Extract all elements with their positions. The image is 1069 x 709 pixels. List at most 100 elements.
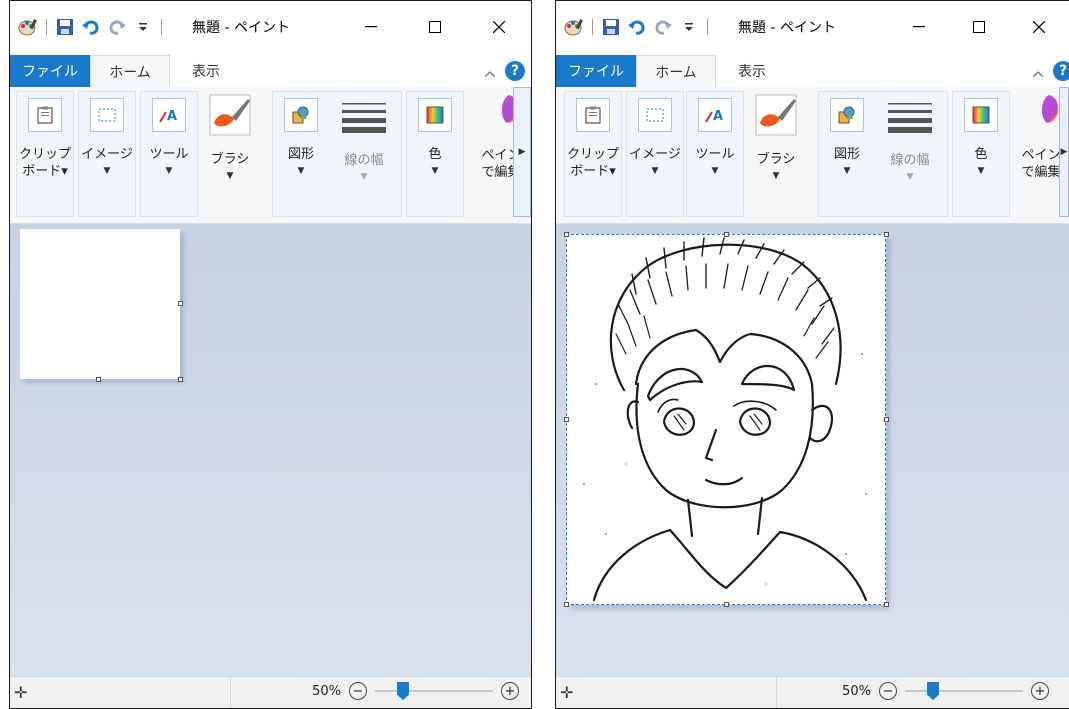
- clipboard-button[interactable]: クリップ ボード▾: [566, 92, 620, 216]
- tab-home[interactable]: ホーム: [636, 55, 716, 88]
- collapse-ribbon-icon[interactable]: [484, 62, 496, 81]
- zoom-out-button[interactable]: −: [349, 682, 367, 700]
- ribbon-group-image: イメージ ▼: [78, 91, 136, 217]
- chevron-down-icon: ▼: [360, 172, 368, 182]
- save-icon[interactable]: [601, 17, 621, 37]
- qat-separator: [707, 19, 708, 35]
- tab-file[interactable]: ファイル: [10, 55, 90, 87]
- colors-button[interactable]: 色 ▼: [954, 92, 1008, 216]
- tab-file[interactable]: ファイル: [556, 55, 636, 87]
- ribbon-group-tools: A ツール ▼: [686, 91, 744, 217]
- brushes-button[interactable]: ブラシ ▼: [203, 91, 257, 215]
- chevron-down-icon: ▼: [772, 171, 780, 181]
- tab-view[interactable]: 表示: [722, 55, 782, 87]
- paint-app-icon[interactable]: [564, 17, 584, 37]
- clipboard-button[interactable]: クリップ ボード▾: [18, 92, 72, 216]
- ribbon-group-image: イメージ ▼: [626, 91, 684, 217]
- selection-rectangle[interactable]: [566, 234, 886, 605]
- zoom-slider[interactable]: [375, 682, 493, 700]
- shapes-icon: [284, 98, 318, 132]
- chevron-down-icon: ▼: [843, 166, 851, 176]
- minimize-button[interactable]: [339, 1, 403, 53]
- zoom-level: 50%: [312, 683, 341, 699]
- svg-text:A: A: [713, 109, 723, 124]
- selection-handle-right[interactable]: [884, 417, 889, 422]
- chevron-down-icon: ▼: [906, 172, 914, 182]
- redo-icon[interactable]: [653, 17, 673, 37]
- brushes-label: ブラシ: [210, 152, 250, 167]
- line-size-button[interactable]: 線の幅 ▼: [883, 92, 937, 216]
- save-icon[interactable]: [55, 17, 75, 37]
- ribbon-scroll-right[interactable]: ▶: [513, 87, 531, 217]
- select-rectangle-icon: [90, 98, 124, 132]
- selection-handle-bottom-left[interactable]: [564, 602, 569, 607]
- zoom-slider[interactable]: [905, 682, 1023, 700]
- window-title: 無題 - ペイント: [738, 20, 836, 36]
- canvas-workspace[interactable]: [556, 224, 1069, 677]
- status-bar: ✛ 50% − +: [10, 676, 531, 708]
- zoom-out-button[interactable]: −: [879, 682, 897, 700]
- chevron-down-icon: ▼: [226, 171, 234, 181]
- selection-handle-top-left[interactable]: [564, 232, 569, 237]
- tools-icon: A: [698, 98, 732, 132]
- collapse-ribbon-icon[interactable]: [1032, 62, 1044, 81]
- brushes-button[interactable]: ブラシ ▼: [749, 91, 803, 215]
- brush-icon: [208, 93, 252, 137]
- selection-handle-bottom[interactable]: [724, 602, 729, 607]
- ribbon-group-colors: 色 ▼: [406, 91, 464, 217]
- selection-handle-left[interactable]: [564, 417, 569, 422]
- undo-icon[interactable]: [627, 17, 647, 37]
- selection-handle-bottom-right[interactable]: [884, 602, 889, 607]
- shapes-button[interactable]: 図形 ▼: [274, 92, 328, 216]
- image-label: イメージ: [629, 147, 681, 162]
- brush-icon: [754, 93, 798, 137]
- zoom-in-button[interactable]: +: [501, 682, 519, 700]
- zoom-slider-thumb[interactable]: [927, 682, 939, 700]
- ribbon-group-shapes: 図形 ▼ 線の幅 ▼: [272, 91, 402, 217]
- zoom-slider-thumb[interactable]: [397, 682, 409, 700]
- zoom-in-button[interactable]: +: [1031, 682, 1049, 700]
- chevron-down-icon: ▼: [297, 166, 305, 176]
- line-size-button[interactable]: 線の幅 ▼: [337, 92, 391, 216]
- image-button[interactable]: イメージ ▼: [80, 92, 134, 216]
- maximize-button[interactable]: [949, 1, 1009, 53]
- shapes-button[interactable]: 図形 ▼: [820, 92, 874, 216]
- ribbon-group-clipboard: クリップ ボード▾: [564, 91, 622, 217]
- paint3d-icon: [1019, 89, 1063, 133]
- selection-handle-top[interactable]: [724, 232, 729, 237]
- resize-handle-corner[interactable]: [178, 377, 183, 382]
- minimize-button[interactable]: [889, 1, 949, 53]
- selection-handle-top-right[interactable]: [884, 232, 889, 237]
- color-palette-icon: [418, 98, 452, 132]
- colors-button[interactable]: 色 ▼: [408, 92, 462, 216]
- customize-qat-icon[interactable]: [133, 17, 153, 37]
- maximize-button[interactable]: [403, 1, 467, 53]
- redo-icon[interactable]: [107, 17, 127, 37]
- tab-view[interactable]: 表示: [176, 55, 236, 87]
- paint-app-icon[interactable]: [18, 17, 38, 37]
- canvas-workspace[interactable]: [10, 224, 531, 677]
- customize-qat-icon[interactable]: [679, 17, 699, 37]
- help-button[interactable]: ?: [505, 61, 525, 81]
- quick-access-toolbar: [564, 16, 710, 38]
- undo-icon[interactable]: [81, 17, 101, 37]
- tools-button[interactable]: A ツール ▼: [688, 92, 742, 216]
- close-button[interactable]: [1009, 1, 1069, 53]
- ribbon-right-controls: ?: [484, 61, 525, 81]
- title-bar: 無題 - ペイント: [10, 1, 531, 53]
- ribbon: クリップ ボード▾ イメージ ▼ A ツール ▼ ブラシ ▼ 図形 ▼ 線の幅 …: [10, 87, 531, 224]
- image-button[interactable]: イメージ ▼: [628, 92, 682, 216]
- ribbon-scroll-right[interactable]: ▶: [1059, 87, 1069, 217]
- resize-handle-right[interactable]: [178, 301, 183, 306]
- help-button[interactable]: ?: [1053, 61, 1069, 81]
- resize-handle-bottom[interactable]: [96, 377, 101, 382]
- cursor-position-icon: ✛: [560, 683, 574, 702]
- close-button[interactable]: [467, 1, 531, 53]
- canvas-blank[interactable]: [20, 229, 180, 379]
- colors-label: 色: [428, 147, 442, 162]
- tab-home[interactable]: ホーム: [90, 55, 170, 88]
- qat-separator: [46, 19, 47, 35]
- ribbon-tabs: ファイル ホーム 表示 ?: [10, 53, 531, 88]
- chevron-down-icon: ▼: [431, 166, 439, 176]
- tools-button[interactable]: A ツール ▼: [142, 92, 196, 216]
